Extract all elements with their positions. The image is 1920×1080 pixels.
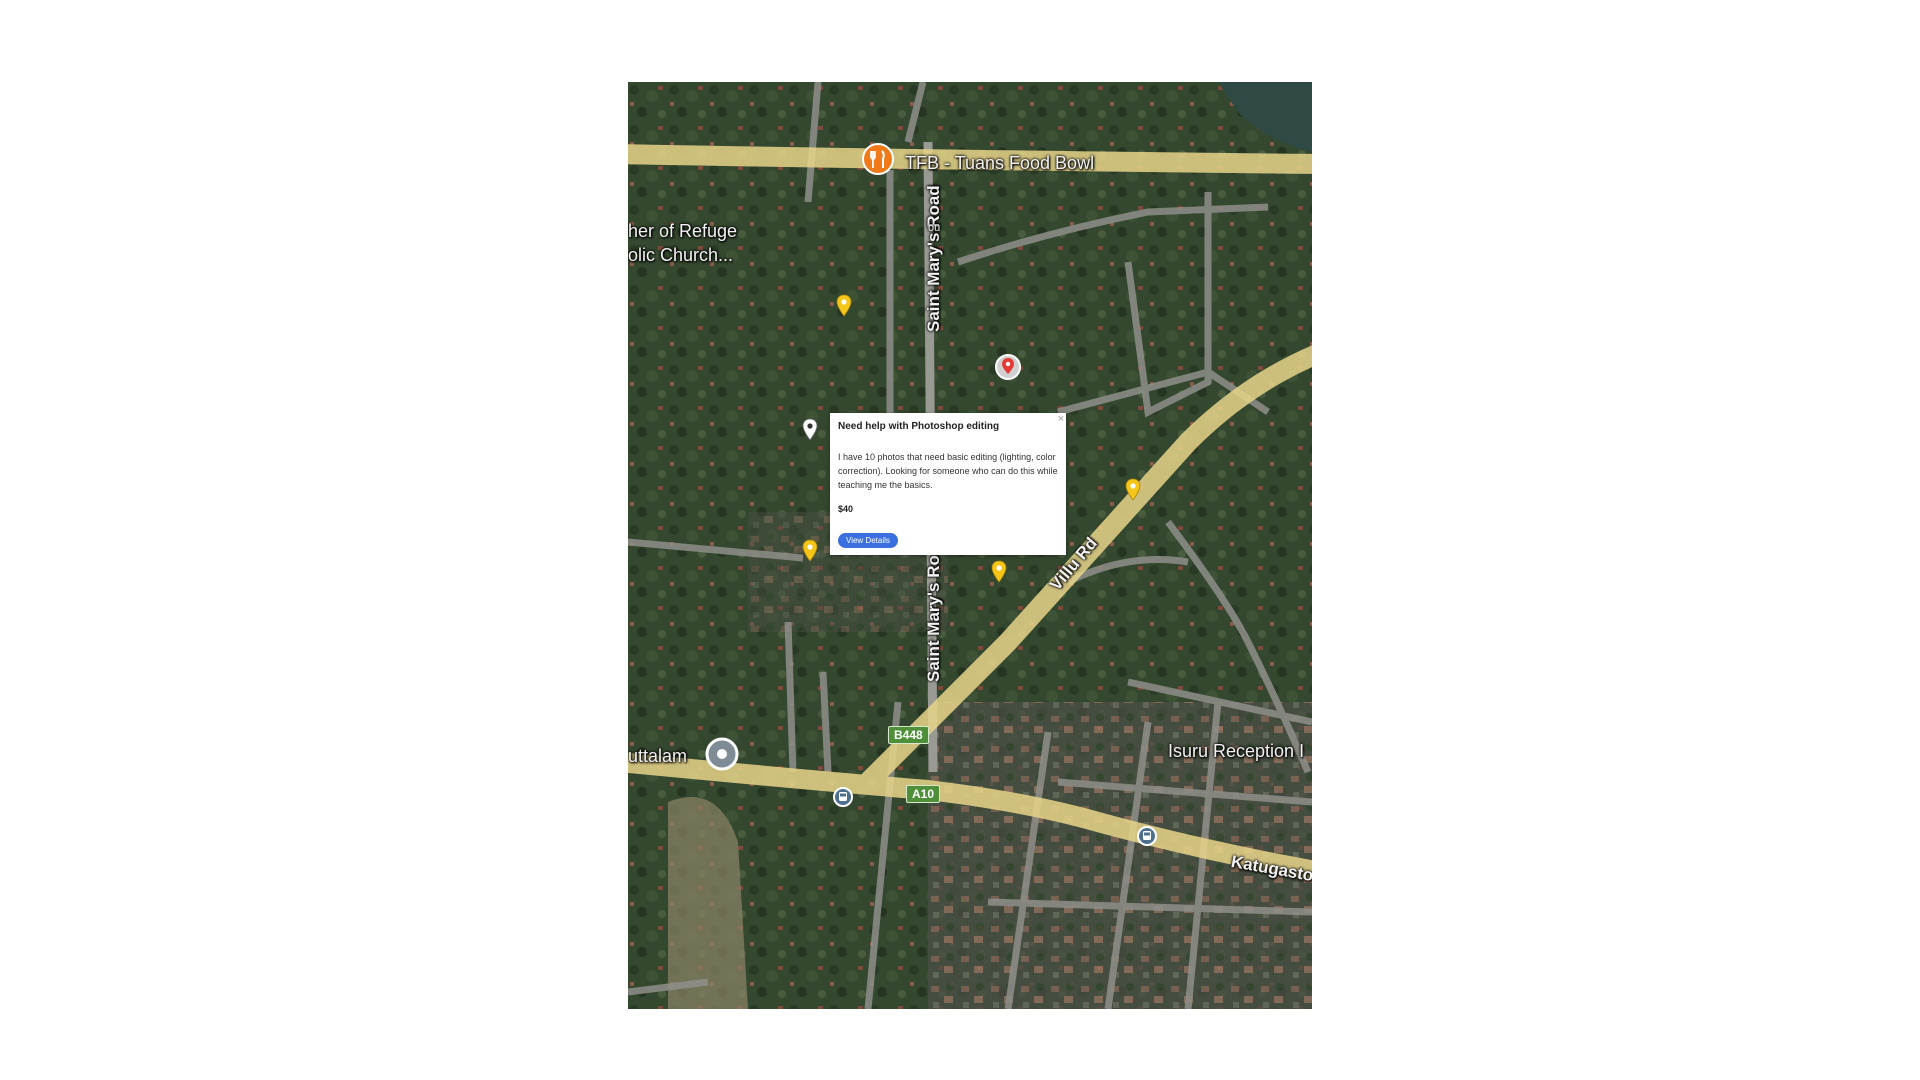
place-label-isuru-reception[interactable]: Isuru Reception I <box>1168 740 1304 763</box>
place-marker-icon[interactable] <box>704 737 740 777</box>
job-pin-yellow-icon[interactable] <box>835 294 853 318</box>
job-pin-yellow-icon[interactable] <box>801 539 819 563</box>
job-info-popup: × Need help with Photoshop editing I hav… <box>830 413 1066 555</box>
place-label-puttalam[interactable]: uttalam <box>628 745 687 768</box>
church-label-line2[interactable]: olic Church... <box>628 244 733 267</box>
popup-title: Need help with Photoshop editing <box>838 421 1000 432</box>
church-label-line1[interactable]: her of Refuge <box>628 220 737 243</box>
bus-stop-icon[interactable] <box>832 786 854 808</box>
close-icon[interactable]: × <box>1058 413 1064 425</box>
restaurant-label[interactable]: TFB - Tuans Food Bowl <box>905 152 1094 175</box>
satellite-map[interactable]: TFB - Tuans Food Bowl her of Refuge olic… <box>628 82 1312 1009</box>
job-pin-active-icon[interactable] <box>801 418 819 442</box>
view-details-button[interactable]: View Details <box>838 533 898 548</box>
job-pin-yellow-icon[interactable] <box>990 560 1008 584</box>
road-label-saint-marys-north: Saint Mary's Road <box>924 185 943 332</box>
selected-location-pin-icon[interactable] <box>993 352 1023 382</box>
route-shield-a10: A10 <box>906 785 941 803</box>
job-pin-yellow-icon[interactable] <box>1124 478 1142 502</box>
popup-price: $40 <box>838 504 854 514</box>
popup-description: I have 10 photos that need basic editing… <box>838 452 1058 490</box>
route-shield-b448: B448 <box>888 726 929 744</box>
road-label-saint-marys-south: Saint Mary's Ro <box>924 555 943 682</box>
poi-small-label: ou <box>928 222 941 234</box>
restaurant-marker-icon[interactable] <box>861 142 895 180</box>
bus-stop-icon[interactable] <box>1136 825 1158 847</box>
